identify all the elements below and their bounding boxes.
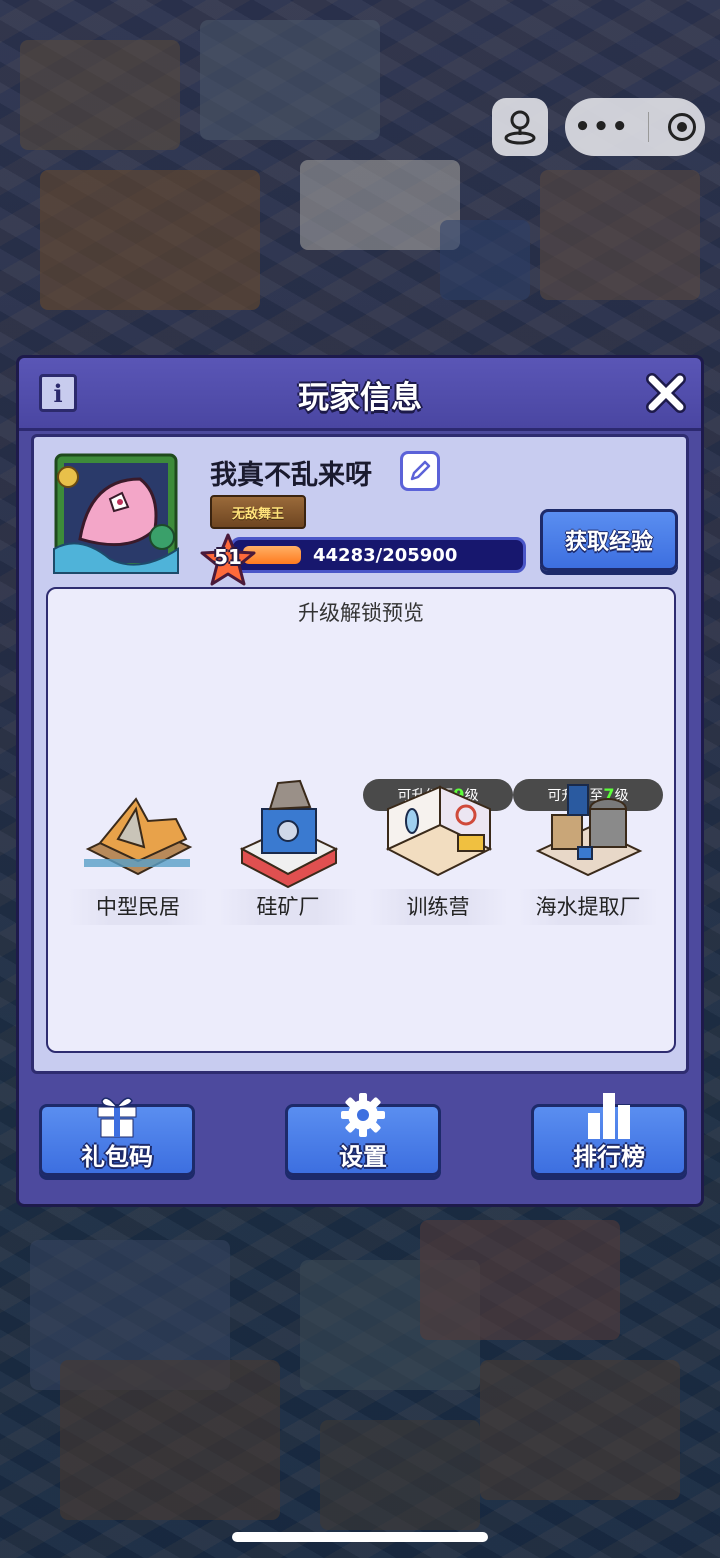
player-name: 我真不乱来呀 [210,460,372,491]
gift-code-label: 礼包码 [81,1143,153,1171]
pencil-icon [410,460,431,481]
bar-chart-icon [534,1091,684,1139]
preview-title: 升级解锁预览 [298,601,424,625]
close-button[interactable] [641,368,691,418]
silicon-mine-image [239,779,339,889]
training-camp-image [385,785,493,877]
building-name: 中型民居 [68,889,208,925]
gift-icon [42,1091,192,1139]
player-avatar[interactable] [50,449,182,577]
gift-code-button[interactable]: 礼包码 [39,1097,195,1176]
more-menu-icon[interactable]: ••• [574,112,630,142]
close-miniprogram-icon[interactable] [667,113,696,141]
player-level: 51 [214,545,242,569]
settings-button[interactable]: 设置 [285,1093,441,1176]
close-icon [646,373,686,413]
settings-label: 设置 [339,1143,387,1171]
miniprogram-capsule: ••• [565,98,705,156]
upgrade-preview-box: 升级解锁预览 中型民居 硅矿厂 级 训练营 7级 海水提取厂 [46,587,676,1053]
get-exp-button[interactable]: 获取经验 [540,509,678,571]
building-name: 硅矿厂 [218,889,358,925]
dialog-title: 玩家信息 [298,380,422,416]
building-seawater-extractor[interactable]: 可升级至7级 海水提取厂 [513,759,663,929]
building-silicon-mine[interactable]: 硅矿厂 [218,759,358,929]
xp-progress-bar: 44283/205900 [230,537,526,573]
home-indicator[interactable] [232,1532,488,1542]
building-name: 训练营 [368,889,508,925]
dialog-header: i 玩家信息 [19,358,701,431]
joystick-icon [504,110,536,145]
building-name: 海水提取厂 [518,889,658,925]
building-medium-house[interactable]: 中型民居 [68,759,208,929]
title-badge-text: 无敌舞王 [231,506,284,522]
gear-icon [288,1091,438,1139]
medium-house-image [84,797,193,876]
seawater-extractor-image [535,784,643,877]
joystick-button[interactable] [492,98,548,156]
edit-name-button[interactable] [400,451,440,491]
leaderboard-label: 排行榜 [573,1143,645,1171]
building-training-camp[interactable]: 可升级至9级 训练营 [363,759,513,929]
player-info-dialog: i 玩家信息 我真不乱来呀 无敌舞王 44283/205900 51 获取经验 … [16,355,704,1207]
leaderboard-button[interactable]: 排行榜 [531,1093,687,1176]
player-panel: 我真不乱来呀 无敌舞王 44283/205900 51 获取经验 升级解锁预览 [31,434,689,1074]
capsule-divider [648,112,650,142]
title-badge[interactable]: 无敌舞王 [210,495,306,529]
xp-text: 44283/205900 [313,545,458,566]
